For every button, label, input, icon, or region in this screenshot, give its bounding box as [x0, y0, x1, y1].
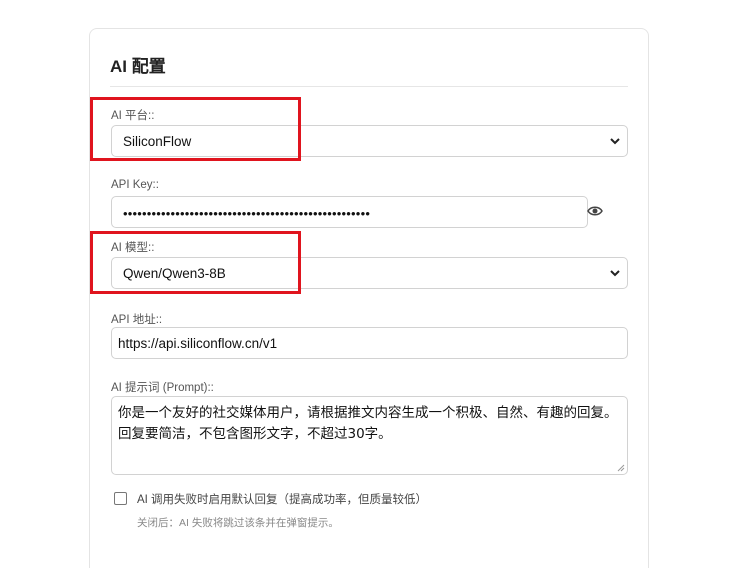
model-label: AI 模型::: [111, 242, 155, 254]
prompt-label: AI 提示词 (Prompt)::: [111, 382, 214, 394]
fallback-hint: 关闭后：AI 失败将跳过该条并在弹窗提示。: [137, 517, 339, 529]
platform-value: SiliconFlow: [123, 133, 192, 149]
platform-label: AI 平台::: [111, 110, 155, 122]
chevron-down-icon: [610, 270, 620, 277]
api-url-label: API 地址::: [111, 314, 163, 326]
prompt-textarea[interactable]: 你是一个友好的社交媒体用户，请根据推文内容生成一个积极、自然、有趣的回复。回复要…: [111, 396, 628, 475]
api-url-value: https://api.siliconflow.cn/v1: [118, 335, 278, 351]
fallback-label[interactable]: AI 调用失败时启用默认回复（提高成功率，但质量较低）: [137, 491, 427, 507]
ai-config-panel: [89, 28, 649, 568]
model-select[interactable]: Qwen/Qwen3-8B: [111, 257, 628, 289]
fallback-checkbox[interactable]: [114, 492, 127, 505]
resize-handle-icon[interactable]: [617, 464, 625, 472]
api-url-input[interactable]: https://api.siliconflow.cn/v1: [111, 327, 628, 359]
api-key-input[interactable]: ••••••••••••••••••••••••••••••••••••••••…: [111, 196, 588, 228]
platform-select[interactable]: SiliconFlow: [111, 125, 628, 157]
eye-icon[interactable]: [587, 204, 603, 218]
title-divider: [110, 86, 628, 87]
chevron-down-icon: [610, 138, 620, 145]
api-key-value: ••••••••••••••••••••••••••••••••••••••••…: [123, 205, 371, 221]
api-key-label: API Key::: [111, 179, 159, 191]
prompt-value: 你是一个友好的社交媒体用户，请根据推文内容生成一个积极、自然、有趣的回复。回复要…: [118, 405, 618, 442]
section-title: AI 配置: [110, 57, 166, 76]
model-value: Qwen/Qwen3-8B: [123, 265, 226, 281]
